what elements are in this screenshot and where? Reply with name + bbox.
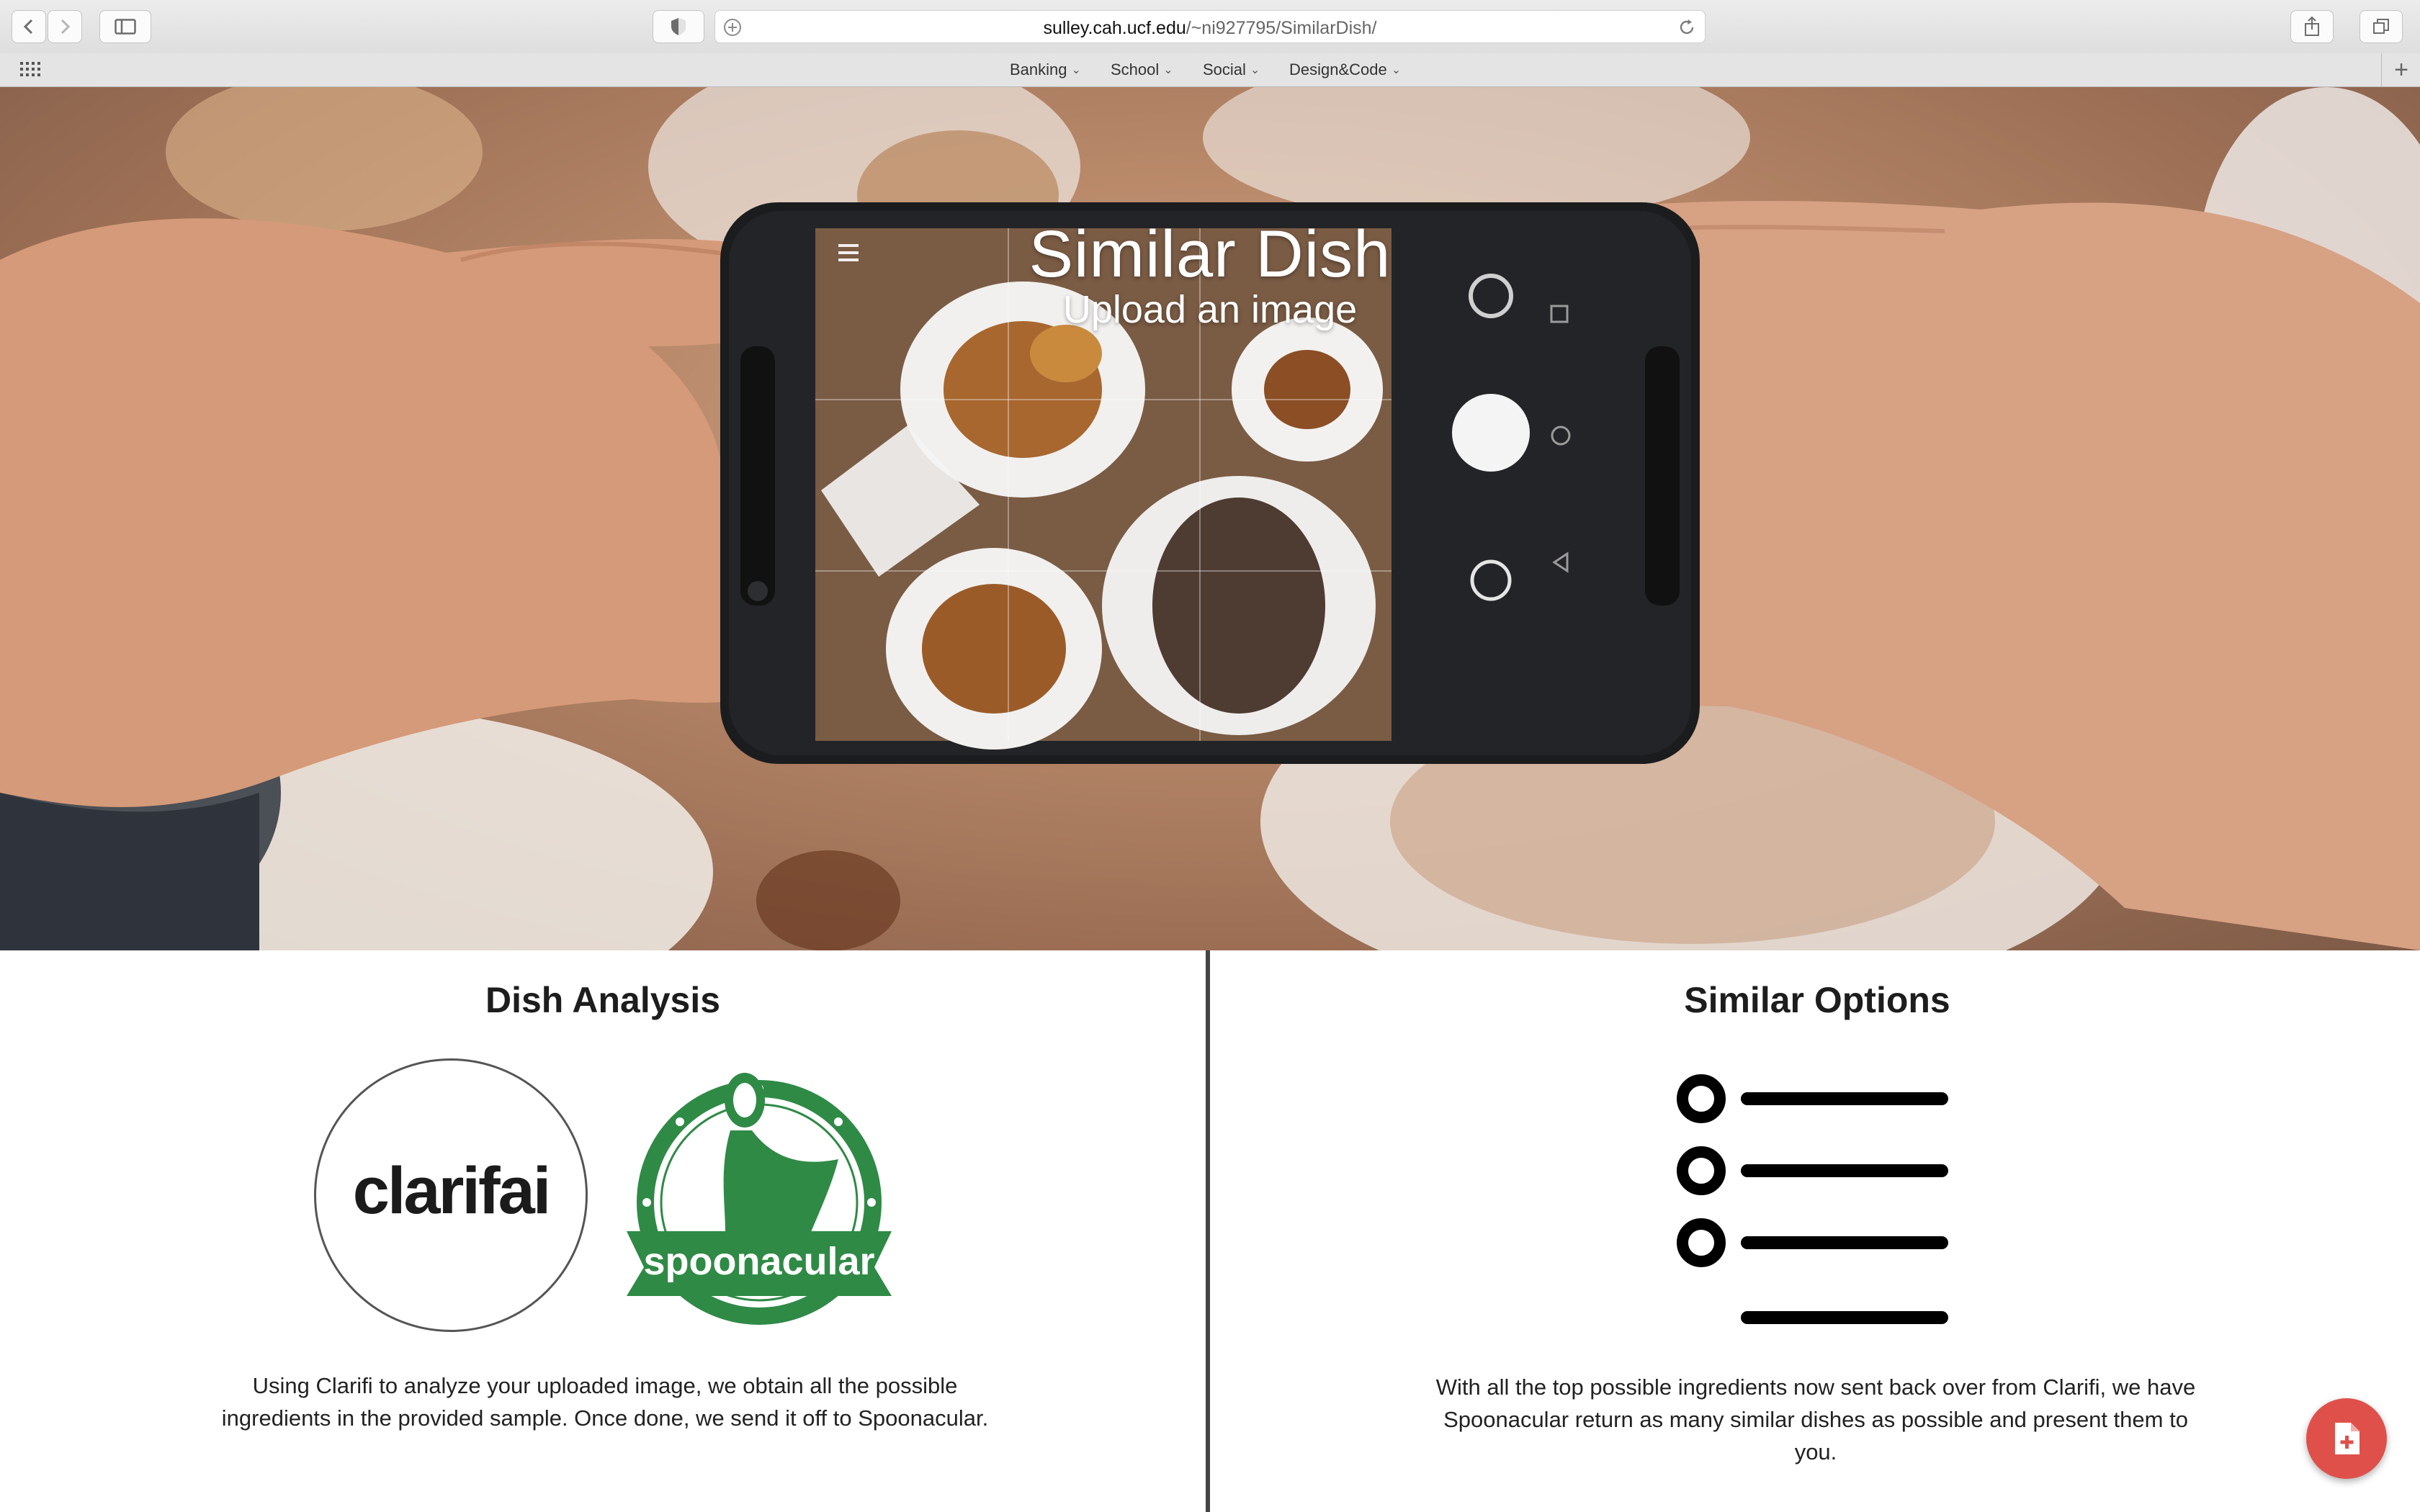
spoonacular-logo: spoonacular — [622, 1058, 896, 1332]
sidebar-toggle-button[interactable] — [99, 10, 151, 43]
clarifai-logo-text: clarifai — [353, 1154, 550, 1228]
add-file-icon — [2335, 1423, 2360, 1454]
bookmarks-bar: Banking ⌄ School ⌄ Social ⌄ Design&Code ⌄ + — [0, 53, 2420, 87]
bookmark-label: Banking — [1010, 60, 1067, 78]
chevron-down-icon: ⌄ — [1250, 64, 1260, 76]
upload-file-button[interactable] — [2306, 1398, 2387, 1479]
browser-toolbar: sulley.cah.ucf.edu/~ni927795/SimilarDish… — [0, 0, 2420, 54]
similar-options-description: With all the top possible ingredients no… — [1435, 1374, 2196, 1464]
forward-button[interactable] — [48, 10, 82, 43]
chevron-right-icon — [60, 19, 71, 35]
dish-analysis-heading: Dish Analysis — [485, 980, 721, 1020]
bookmark-school[interactable]: School ⌄ — [1111, 60, 1173, 79]
hero-title: Similar Dish — [1028, 217, 1392, 291]
chevron-left-icon — [23, 19, 33, 35]
url-text: sulley.cah.ucf.edu/~ni927795/SimilarDish… — [715, 18, 1705, 39]
bookmark-label: Design&Code — [1289, 60, 1387, 78]
dish-analysis-section: Dish Analysis clarifai spoonacular Using… — [0, 950, 1210, 1512]
url-host: sulley.cah.ucf.edu — [1043, 18, 1186, 38]
share-button[interactable] — [2290, 10, 2334, 43]
hero-banner: Similar Dish Upload an image — [0, 87, 2420, 950]
chevron-down-icon: ⌄ — [1391, 64, 1402, 76]
clarifai-logo: clarifai — [314, 1058, 588, 1332]
list-icon — [1677, 1074, 1948, 1324]
spoonacular-logo-text: spoonacular — [643, 1240, 874, 1283]
shield-icon — [671, 18, 686, 35]
back-button[interactable] — [12, 10, 46, 43]
bookmark-design-code[interactable]: Design&Code ⌄ — [1289, 60, 1401, 79]
url-path: /~ni927795/SimilarDish/ — [1186, 18, 1377, 38]
chevron-down-icon: ⌄ — [1071, 64, 1081, 76]
dish-analysis-description: Using Clarifi to analyze your uploaded i… — [221, 1373, 989, 1431]
privacy-report-button[interactable] — [653, 10, 704, 43]
chevron-down-icon: ⌄ — [1163, 64, 1173, 76]
spoonacular-badge: spoonacular — [627, 1073, 892, 1325]
similar-options-section: Similar Options With all the top possibl… — [1214, 950, 2420, 1512]
grid-icon[interactable] — [20, 62, 42, 78]
new-tab-plus-icon[interactable]: + — [2381, 53, 2420, 86]
clarifai-wordmark: clarifai — [353, 1154, 552, 1228]
reload-icon[interactable] — [1677, 18, 1696, 37]
bookmark-label: School — [1111, 60, 1160, 78]
address-bar[interactable]: sulley.cah.ucf.edu/~ni927795/SimilarDish… — [714, 10, 1706, 43]
bookmark-social[interactable]: Social ⌄ — [1203, 60, 1260, 79]
bookmark-banking[interactable]: Banking ⌄ — [1010, 60, 1081, 79]
share-icon — [2305, 16, 2319, 36]
tabs-overview-button[interactable] — [2360, 10, 2403, 43]
sidebar-icon — [115, 19, 136, 35]
similar-options-heading: Similar Options — [1684, 980, 1950, 1020]
tabs-icon — [2373, 19, 2389, 34]
bookmark-label: Social — [1203, 60, 1246, 78]
hero-subtitle[interactable]: Upload an image — [0, 287, 2420, 332]
